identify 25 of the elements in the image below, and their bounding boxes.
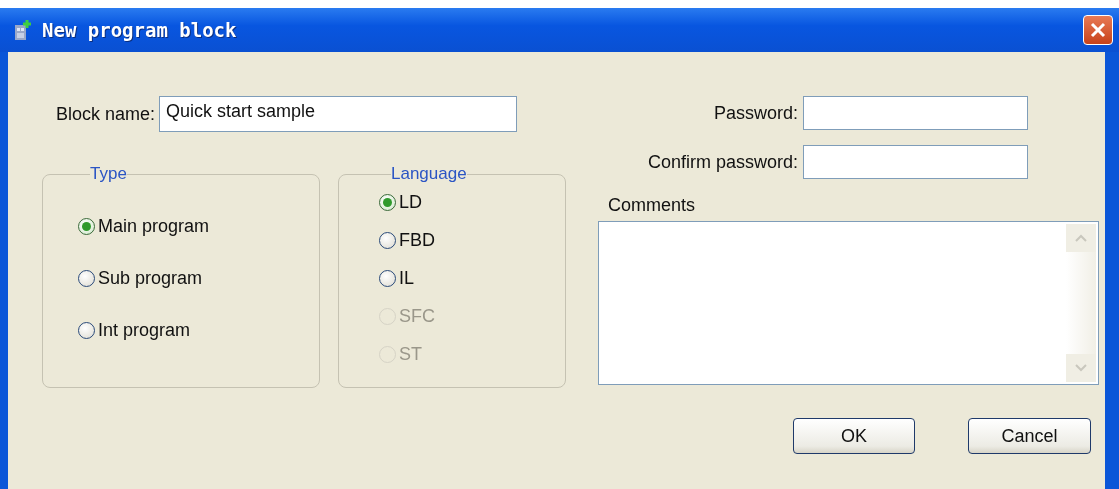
block-name-field[interactable]: Quick start sample <box>159 96 518 132</box>
radio-button[interactable]: Main program <box>78 200 210 252</box>
radio-button[interactable]: IL <box>379 259 414 297</box>
field-label: Password: <box>712 102 798 124</box>
group-title: Language <box>391 165 467 183</box>
radio-button[interactable]: LD <box>379 183 422 221</box>
group-title: Type <box>90 165 127 183</box>
field-label: Comments <box>608 195 696 216</box>
radio-button[interactable]: Sub program <box>78 252 203 304</box>
close-button[interactable] <box>1083 15 1113 45</box>
field-label: Confirm password: <box>646 151 798 173</box>
radio-button[interactable]: FBD <box>379 221 435 259</box>
confirm-password-field[interactable] <box>803 145 1028 179</box>
close-icon <box>1089 21 1107 39</box>
field-label: Block name: <box>56 103 156 125</box>
chevron-up-icon <box>1075 234 1087 242</box>
ok-button[interactable]: OK <box>793 418 915 454</box>
cancel-button[interactable]: Cancel <box>968 418 1091 454</box>
chevron-down-icon <box>1075 364 1087 372</box>
comments-field[interactable] <box>598 221 1099 385</box>
scrollbar[interactable] <box>1066 224 1096 382</box>
password-field[interactable] <box>803 96 1028 130</box>
radio-button[interactable]: Int program <box>78 304 191 356</box>
window-title: New program block <box>42 19 238 41</box>
program-block-icon <box>14 19 32 41</box>
